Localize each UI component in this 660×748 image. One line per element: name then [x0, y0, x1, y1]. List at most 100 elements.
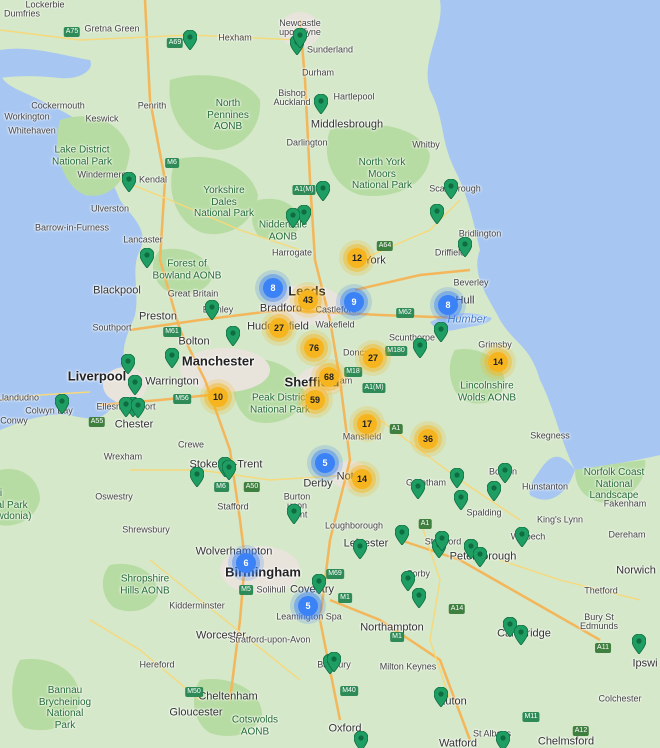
- place-ipswich: Ipswi: [632, 657, 658, 670]
- location-marker-icon[interactable]: [140, 248, 154, 268]
- road-shield: M62: [396, 308, 414, 318]
- place-kendal: Kendal: [138, 174, 168, 185]
- marker-cluster[interactable]: 9: [344, 292, 364, 312]
- place-brecon: Bannau Brycheiniog National Park: [38, 685, 92, 731]
- place-chelmsford: Chelmsford: [537, 735, 595, 748]
- place-hull: Hull: [455, 294, 475, 307]
- location-marker-icon[interactable]: [287, 504, 301, 524]
- place-oswestry: Oswestry: [95, 491, 133, 502]
- location-marker-icon[interactable]: [458, 237, 472, 257]
- location-marker-icon[interactable]: [430, 204, 444, 224]
- location-marker-icon[interactable]: [496, 731, 510, 748]
- place-hartlepool: Hartlepool: [333, 91, 375, 102]
- marker-cluster[interactable]: 5: [315, 453, 335, 473]
- marker-cluster[interactable]: 27: [269, 318, 289, 338]
- road-shield: M5: [239, 585, 253, 595]
- location-marker-icon[interactable]: [55, 394, 69, 414]
- place-bury-st-edmunds: Bury St Edmunds: [579, 612, 619, 631]
- location-marker-icon[interactable]: [411, 479, 425, 499]
- location-marker-icon[interactable]: [222, 460, 236, 480]
- place-peak-district: Peak District National Park: [249, 392, 311, 416]
- place-manchester: Manchester: [181, 353, 255, 369]
- location-marker-icon[interactable]: [312, 574, 326, 594]
- road-shield: M69: [326, 569, 344, 579]
- location-marker-icon[interactable]: [183, 30, 197, 50]
- location-marker-icon[interactable]: [316, 181, 330, 201]
- marker-cluster[interactable]: 8: [438, 295, 458, 315]
- location-marker-icon[interactable]: [205, 300, 219, 320]
- location-marker-icon[interactable]: [286, 208, 300, 228]
- road-shield: M61: [163, 327, 181, 337]
- road-shield: A12: [572, 726, 590, 736]
- marker-cluster[interactable]: 14: [352, 469, 372, 489]
- marker-cluster[interactable]: 68: [319, 367, 339, 387]
- location-marker-icon[interactable]: [632, 634, 646, 654]
- marker-cluster[interactable]: 17: [357, 414, 377, 434]
- location-marker-icon[interactable]: [131, 398, 145, 418]
- place-wakefield: Wakefield: [315, 319, 355, 330]
- location-marker-icon[interactable]: [165, 348, 179, 368]
- place-colchester: Colchester: [598, 693, 642, 704]
- marker-cluster[interactable]: 36: [418, 429, 438, 449]
- place-gretna: Gretna Green: [84, 23, 140, 34]
- marker-cluster[interactable]: 76: [304, 338, 324, 358]
- place-dumfries: Dumfries: [3, 8, 41, 19]
- location-marker-icon[interactable]: [353, 539, 367, 559]
- road-shield: A55: [88, 417, 106, 427]
- location-marker-icon[interactable]: [395, 525, 409, 545]
- place-loughborough: Loughborough: [324, 520, 384, 531]
- marker-cluster[interactable]: 6: [236, 553, 256, 573]
- marker-cluster[interactable]: 43: [298, 290, 318, 310]
- place-beverley: Beverley: [453, 277, 489, 288]
- place-scunthorpe: Scunthorpe: [388, 332, 436, 343]
- location-marker-icon[interactable]: [487, 481, 501, 501]
- location-marker-icon[interactable]: [434, 322, 448, 342]
- location-marker-icon[interactable]: [121, 354, 135, 374]
- road-shield: A50: [243, 482, 261, 492]
- marker-cluster[interactable]: 14: [488, 352, 508, 372]
- location-marker-icon[interactable]: [190, 467, 204, 487]
- location-marker-icon[interactable]: [444, 179, 458, 199]
- road-shield: A75: [63, 27, 81, 37]
- map-canvas[interactable]: Lockerbie Dumfries Gretna Green Newcastl…: [0, 0, 660, 748]
- location-marker-icon[interactable]: [515, 527, 529, 547]
- place-wrexham: Wrexham: [103, 451, 143, 462]
- marker-cluster[interactable]: 59: [305, 390, 325, 410]
- location-marker-icon[interactable]: [314, 94, 328, 114]
- marker-cluster[interactable]: 12: [347, 248, 367, 268]
- marker-cluster[interactable]: 8: [263, 278, 283, 298]
- road-shield: M1: [338, 593, 352, 603]
- place-barrow: Barrow-in-Furness: [34, 222, 110, 233]
- cluster-count: 27: [273, 323, 284, 333]
- place-snowdonia: ri al Park wdonia): [0, 487, 32, 522]
- location-marker-icon[interactable]: [354, 731, 368, 748]
- place-humber: Humber: [447, 313, 487, 326]
- road-shield: M11: [522, 712, 540, 722]
- location-marker-icon[interactable]: [327, 652, 341, 672]
- marker-cluster[interactable]: 10: [208, 387, 228, 407]
- location-marker-icon[interactable]: [434, 687, 448, 707]
- location-marker-icon[interactable]: [122, 172, 136, 192]
- place-bishop-auckland: Bishop Auckland: [273, 88, 311, 107]
- location-marker-icon[interactable]: [413, 338, 427, 358]
- place-dereham: Dereham: [608, 529, 646, 540]
- location-marker-icon[interactable]: [128, 375, 142, 395]
- cluster-count: 59: [309, 395, 320, 405]
- location-marker-icon[interactable]: [412, 588, 426, 608]
- location-marker-icon[interactable]: [498, 463, 512, 483]
- location-marker-icon[interactable]: [454, 490, 468, 510]
- location-marker-icon[interactable]: [226, 326, 240, 346]
- location-marker-icon[interactable]: [435, 531, 449, 551]
- place-bradford: Bradford: [259, 302, 303, 315]
- place-preston: Preston: [139, 310, 177, 323]
- place-hexham: Hexham: [218, 32, 252, 43]
- road-shield: M1: [390, 632, 404, 642]
- road-shield: M6: [165, 158, 179, 168]
- location-marker-icon[interactable]: [450, 468, 464, 488]
- location-marker-icon[interactable]: [473, 547, 487, 567]
- marker-cluster[interactable]: 27: [363, 348, 383, 368]
- location-marker-icon[interactable]: [293, 28, 307, 48]
- marker-cluster[interactable]: 5: [298, 596, 318, 616]
- place-solihull: Solihull: [256, 584, 286, 595]
- location-marker-icon[interactable]: [514, 625, 528, 645]
